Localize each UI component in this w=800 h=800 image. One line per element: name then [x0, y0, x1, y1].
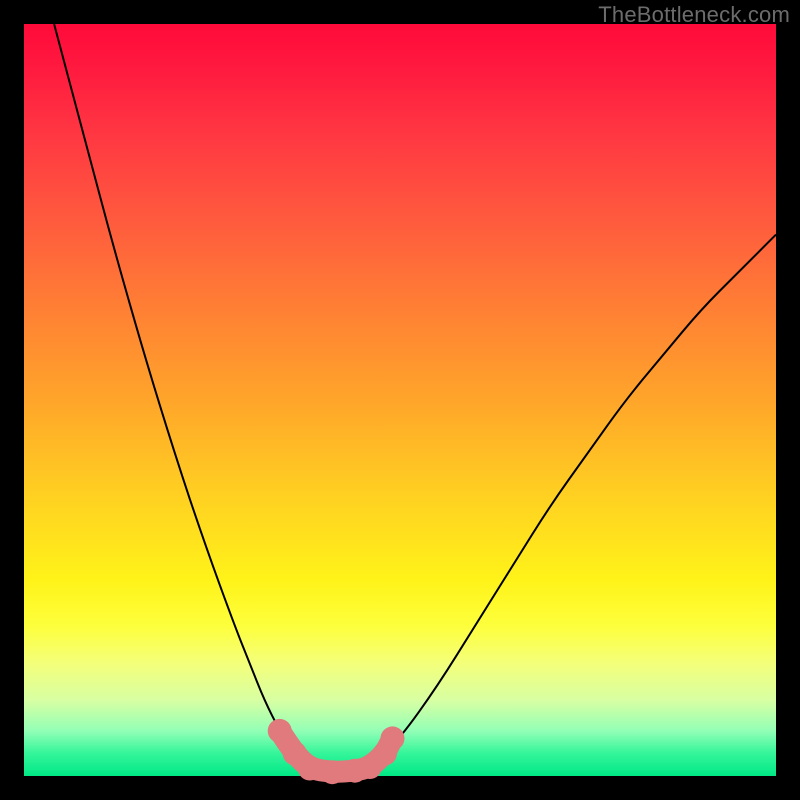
gradient-plot-area: [24, 24, 776, 776]
watermark-text: TheBottleneck.com: [598, 2, 790, 28]
